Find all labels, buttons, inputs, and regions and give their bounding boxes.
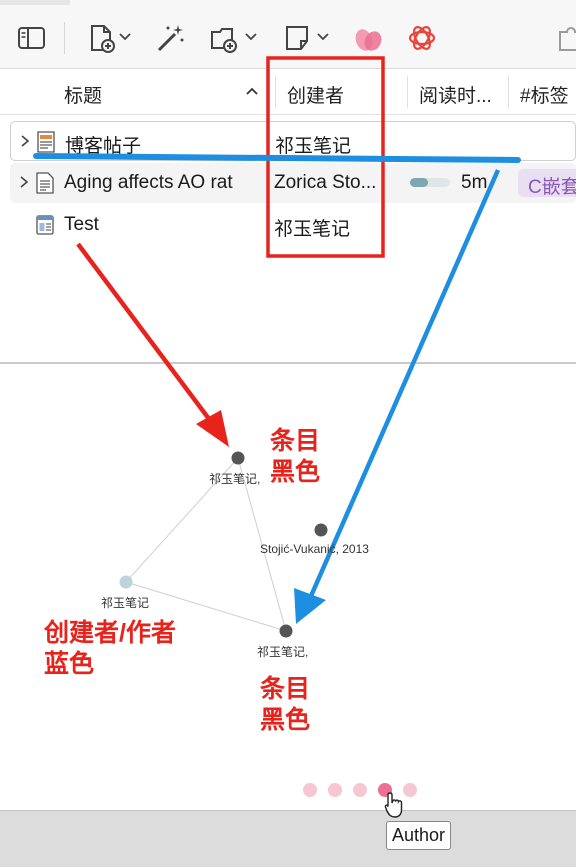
column-tags-header[interactable]: #标签 [520, 81, 569, 108]
toolbar [0, 0, 576, 69]
webpage-icon [36, 215, 54, 235]
reading-time: 5m [461, 172, 488, 193]
status-bar [0, 810, 576, 867]
graph-node-label: 祁玉笔记 [101, 596, 150, 610]
item-creator: 祁玉笔记 [274, 219, 351, 240]
column-resize-handle[interactable] [407, 76, 408, 108]
graph-node-label: 祁玉笔记, [257, 645, 309, 659]
new-collection-icon[interactable] [208, 22, 240, 54]
column-resize-handle[interactable] [275, 76, 276, 108]
hand-cursor-icon [384, 792, 403, 818]
sidebar-toggle-icon[interactable] [16, 22, 48, 54]
puzzle-icon[interactable] [556, 22, 576, 54]
chevron-right-icon[interactable] [18, 173, 30, 191]
column-header: 标题 创建者 阅读时... #标签 [0, 70, 576, 115]
annotation-item-black: 条目 黑色 [260, 674, 310, 736]
tooltip: Author [386, 821, 452, 850]
openai-icon[interactable] [406, 22, 438, 54]
item-title: 博客帖子 [65, 136, 142, 157]
pagination-dot[interactable] [403, 783, 417, 797]
annotation-line: 黑色 [270, 458, 321, 486]
annotation-line: 蓝色 [44, 650, 95, 678]
annotation-line: 创建者/作者 [44, 619, 176, 647]
chevron-right-icon[interactable] [19, 132, 31, 150]
toolbar-top-strip [0, 0, 70, 5]
column-resize-handle[interactable] [508, 76, 509, 108]
annotation-creator-blue: 创建者/作者 蓝色 [44, 618, 176, 680]
reading-progress-bar [410, 178, 450, 187]
table-row[interactable]: Test 祁玉笔记 [10, 205, 576, 245]
tag-chip[interactable]: C嵌套 [518, 169, 576, 198]
chevron-down-icon[interactable] [316, 30, 330, 44]
annotation-item-black: 条目 黑色 [270, 426, 320, 488]
graph-node-label: Stojić-Vukanić, 2013 [260, 542, 369, 556]
item-title: Aging affects AO rat [64, 172, 233, 193]
pagination-dot[interactable] [328, 783, 342, 797]
table-row[interactable]: 博客帖子 祁玉笔记 [10, 121, 576, 161]
graph-node-label: 祁玉笔记, [209, 472, 261, 486]
annotation-line: 条目 [270, 427, 321, 455]
new-note-icon[interactable] [282, 22, 314, 54]
column-reading-time-header[interactable]: 阅读时... [419, 81, 492, 108]
magic-wand-icon[interactable] [154, 22, 186, 54]
blog-post-icon [37, 131, 55, 153]
chevron-down-icon[interactable] [244, 30, 258, 44]
journal-article-icon [36, 172, 54, 194]
item-title: Test [64, 214, 99, 235]
new-item-icon[interactable] [86, 22, 118, 54]
pink-petal-icon[interactable] [352, 22, 384, 54]
table-row[interactable]: Aging affects AO rat Zorica Sto... 5m C嵌… [10, 163, 576, 203]
pagination-dot[interactable] [353, 783, 367, 797]
column-title-header[interactable]: 标题 [64, 81, 102, 108]
reading-progress-fill [410, 178, 428, 187]
sort-ascending-icon[interactable] [244, 84, 260, 100]
chevron-down-icon[interactable] [118, 30, 132, 44]
item-creator: Zorica Sto... [274, 172, 377, 193]
annotation-line: 黑色 [260, 706, 311, 734]
item-creator: 祁玉笔记 [275, 136, 352, 157]
annotation-line: 条目 [260, 675, 311, 703]
toolbar-divider [64, 22, 65, 54]
column-creator-header[interactable]: 创建者 [287, 81, 344, 108]
pagination-dot[interactable] [303, 783, 317, 797]
